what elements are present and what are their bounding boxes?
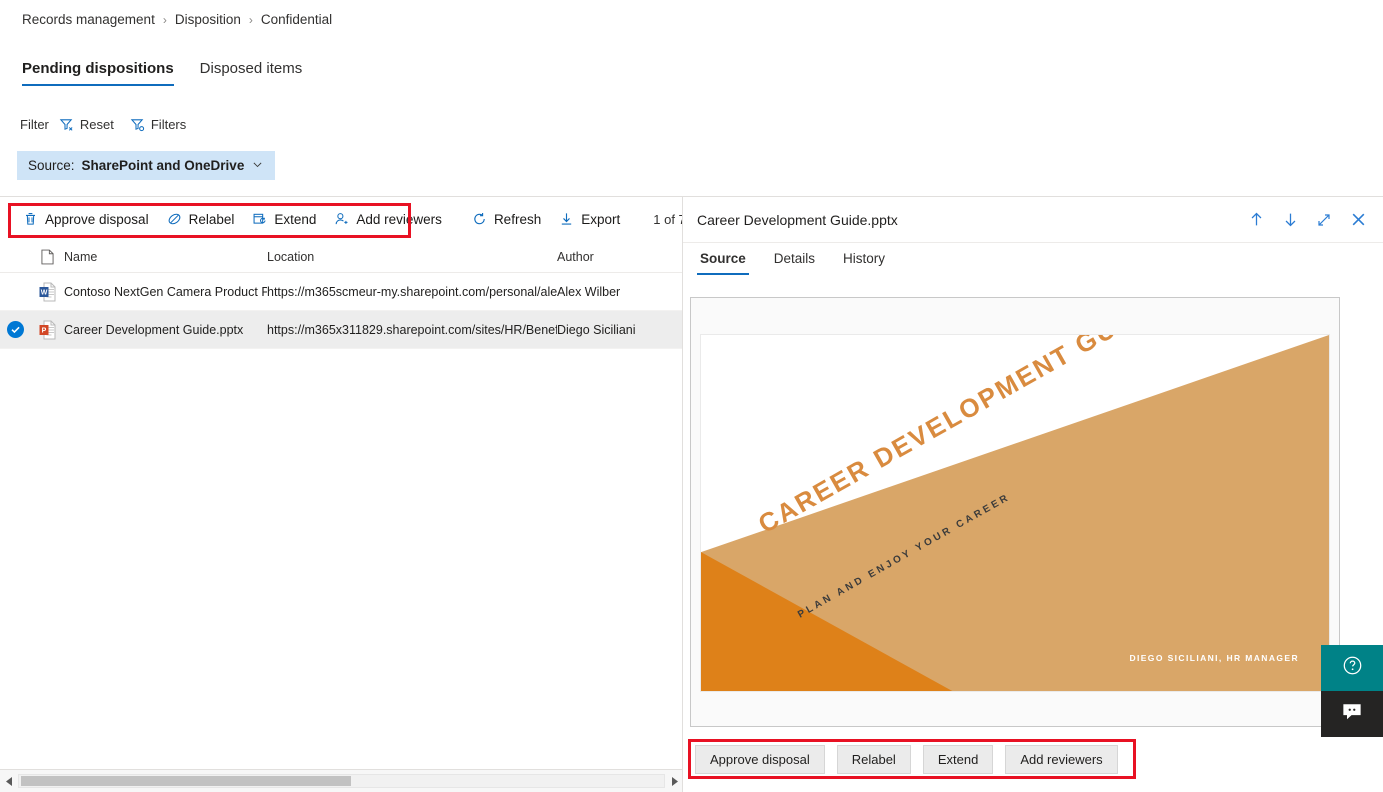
source-filter-value: SharePoint and OneDrive [81,158,245,173]
export-label: Export [581,211,621,227]
detail-panel-tabstrip: Source Details History [697,243,888,275]
panel-add-reviewers-button[interactable]: Add reviewers [1005,745,1118,774]
tab-source[interactable]: Source [697,243,749,275]
table-row[interactable]: P Career Development Guide.pptx https://… [0,311,682,349]
slide-author: DIEGO SICILIANI, HR MANAGER [1129,653,1299,663]
breadcrumb-item-disposition[interactable]: Disposition [175,12,241,27]
scrollbar-thumb[interactable] [21,776,351,786]
approve-disposal-button[interactable]: Approve disposal [14,205,158,233]
trash-icon [23,211,38,227]
row-select-checkbox[interactable] [0,321,30,338]
add-reviewers-label: Add reviewers [356,211,442,227]
extend-label: Extend [274,211,317,227]
panel-extend-button[interactable]: Extend [922,745,994,774]
tab-history[interactable]: History [840,243,888,275]
source-filter-pill[interactable]: Source: SharePoint and OneDrive [17,151,276,180]
chevron-down-icon [251,158,264,174]
approve-disposal-label: Approve disposal [45,211,149,227]
dispositions-list-panel: Approve disposal Relabel Extend Add revi… [0,196,738,792]
relabel-button[interactable]: Relabel [158,205,244,233]
detail-panel-actions [1245,209,1369,231]
help-button[interactable] [1321,645,1383,691]
feedback-button[interactable] [1321,691,1383,737]
close-icon[interactable] [1347,209,1369,231]
relabel-tag-icon [167,211,182,227]
refresh-icon [472,211,487,227]
arrow-up-icon[interactable] [1245,209,1267,231]
filters-label: Filters [150,117,187,132]
tab-disposed-items[interactable]: Disposed items [200,60,303,86]
main-tabstrip: Pending dispositions Disposed items [22,60,302,86]
row-location: https://m365x311829.sharepoint.com/sites… [267,322,557,337]
scrollbar-track[interactable] [18,774,665,788]
document-preview-frame[interactable]: CAREER DEVELOPMENT GUIDE PLAN AND ENJOY … [690,297,1340,727]
extend-button[interactable]: Extend [243,205,325,233]
help-rail [1321,645,1383,737]
horizontal-scrollbar[interactable] [0,769,683,792]
detail-panel-title: Career Development Guide.pptx [697,211,898,228]
row-author: Alex Wilber [557,284,621,299]
reset-filter-button[interactable]: Reset [59,117,114,132]
triangle-right-icon[interactable] [665,770,683,792]
refresh-button[interactable]: Refresh [463,205,550,233]
source-filter-key: Source: [28,158,75,173]
breadcrumb-separator-icon: › [248,12,253,27]
download-icon [559,211,574,227]
row-name: Career Development Guide.pptx [64,322,244,337]
extend-calendar-icon [252,211,267,227]
svg-text:P: P [41,327,46,334]
document-icon [30,249,64,265]
column-header-name[interactable]: Name [64,250,267,264]
add-person-icon [334,211,349,227]
row-author: Diego Siciliani [557,322,636,337]
tab-details[interactable]: Details [771,243,818,275]
filter-label: Filter [20,117,49,132]
reset-filter-label: Reset [79,117,114,132]
filter-reset-icon [59,117,74,132]
breadcrumb-item-confidential[interactable]: Confidential [261,12,332,27]
breadcrumb: Records management › Disposition › Confi… [22,12,332,27]
chat-feedback-icon [1341,702,1363,727]
command-bar-primary-group: Approve disposal Relabel Extend Add revi… [14,205,451,233]
detail-panel-header: Career Development Guide.pptx [683,197,1383,243]
relabel-label: Relabel [188,211,235,227]
expand-icon[interactable] [1313,209,1335,231]
question-circle-icon [1342,655,1363,681]
table-row[interactable]: W Contoso NextGen Camera Product Pla... … [0,273,682,311]
table-header-row: Name Location Author [0,241,682,273]
row-location: https://m365scmeur-my.sharepoint.com/per… [267,284,557,299]
command-bar-secondary-group: Refresh Export [463,205,629,233]
breadcrumb-separator-icon: › [162,12,167,27]
refresh-label: Refresh [493,211,542,227]
column-header-location[interactable]: Location [267,250,557,264]
powerpoint-document-icon: P [30,320,64,340]
row-name: Contoso NextGen Camera Product Pla... [64,284,267,299]
page-root: Records management › Disposition › Confi… [0,0,1383,792]
filter-icon [130,117,145,132]
filter-bar: Filter Reset Filters [20,117,186,132]
filters-button[interactable]: Filters [130,117,186,132]
svg-text:W: W [40,289,47,296]
command-bar: Approve disposal Relabel Extend Add revi… [0,197,738,241]
detail-panel-action-buttons: Approve disposal Relabel Extend Add revi… [695,745,1118,774]
breadcrumb-item-records-management[interactable]: Records management [22,12,155,27]
triangle-left-icon[interactable] [0,770,18,792]
panel-relabel-button[interactable]: Relabel [836,745,911,774]
panel-approve-disposal-button[interactable]: Approve disposal [695,745,825,774]
arrow-down-icon[interactable] [1279,209,1301,231]
word-document-icon: W [30,282,64,302]
tab-pending-dispositions[interactable]: Pending dispositions [22,60,174,86]
slide-preview: CAREER DEVELOPMENT GUIDE PLAN AND ENJOY … [700,334,1330,692]
export-button[interactable]: Export [550,205,629,233]
add-reviewers-button[interactable]: Add reviewers [325,205,451,233]
checkmark-icon [6,321,24,338]
column-header-author[interactable]: Author [557,250,667,264]
